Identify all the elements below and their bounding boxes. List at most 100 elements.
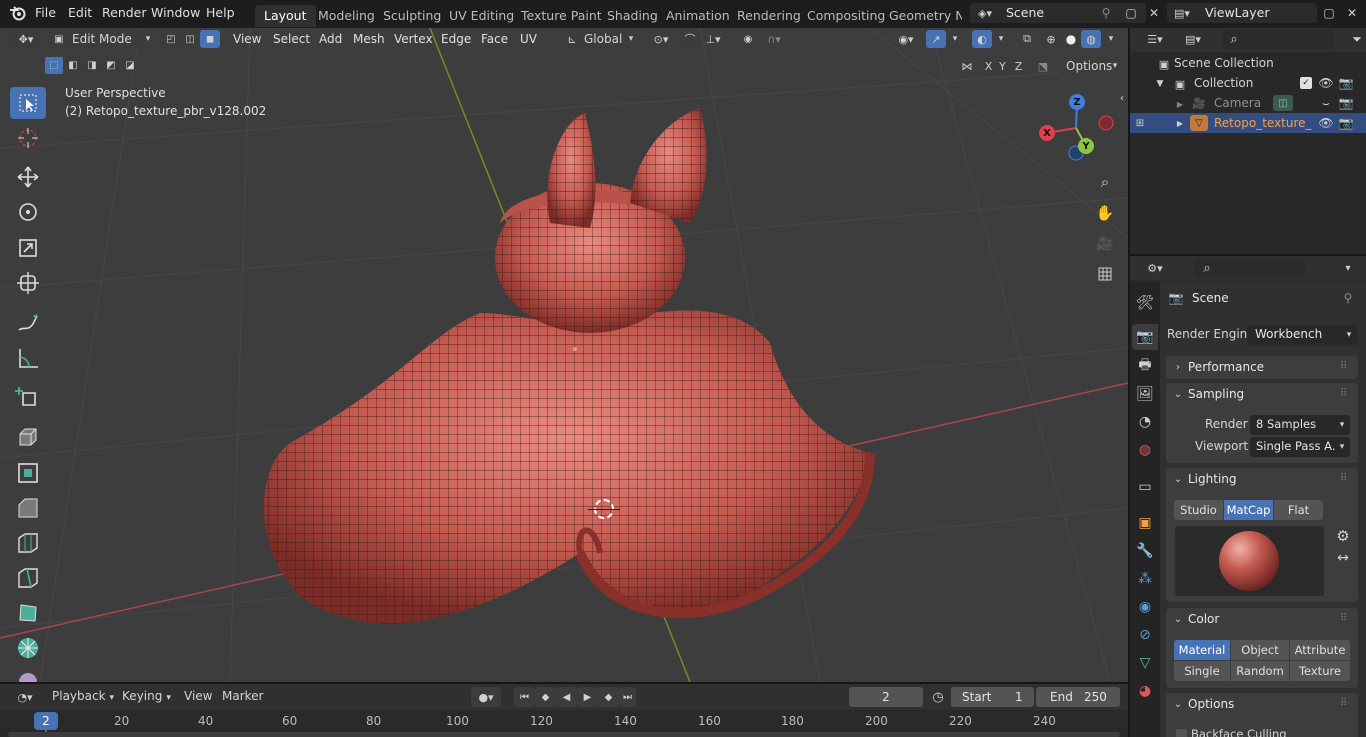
tab-animation[interactable]: Animation — [657, 5, 739, 27]
color-single-button[interactable]: Single — [1174, 661, 1230, 681]
falloff-icon[interactable]: ∩▾ — [760, 30, 788, 48]
physics-tab-icon[interactable]: ◉ — [1132, 594, 1158, 620]
mirror-z-toggle[interactable]: Z — [1010, 57, 1027, 75]
rotate-tool-icon[interactable] — [10, 196, 46, 228]
pivot-point-icon[interactable]: ⊙▾ — [648, 30, 674, 48]
lighting-title[interactable]: Lighting — [1188, 472, 1237, 486]
tab-modeling[interactable]: Modeling — [309, 5, 384, 27]
smooth-tool-icon[interactable] — [10, 667, 46, 682]
mirror-y-toggle[interactable]: Y — [994, 57, 1011, 75]
gizmo-dropdown-icon[interactable]: ▾ — [948, 30, 962, 48]
camera-render-icon[interactable]: 📷 — [1338, 75, 1354, 91]
view-layer-selector[interactable]: ▤▾ ViewLayer — [1167, 3, 1317, 23]
3d-viewport[interactable]: User Perspective (2) Retopo_texture_pbr_… — [0, 28, 1128, 682]
timeline-scrollbar[interactable] — [8, 732, 1120, 737]
select-box-tool-icon[interactable] — [10, 87, 46, 119]
remove-scene-icon[interactable]: ✕ — [1145, 3, 1163, 23]
drag-handle-icon[interactable]: ⠿ — [1340, 388, 1347, 399]
navigation-gizmo[interactable]: Z X Y — [1036, 90, 1118, 170]
scene-tab-icon[interactable]: ◔ — [1132, 409, 1158, 435]
constraints-tab-icon[interactable]: ⊘ — [1132, 622, 1158, 648]
cursor-tool-icon[interactable] — [10, 122, 46, 154]
sampling-viewport-dropdown[interactable]: Single Pass A... ▾ — [1250, 437, 1350, 457]
material-shading-icon[interactable]: ◍ — [1081, 30, 1101, 48]
camera-render-icon[interactable]: 📷 — [1338, 95, 1354, 111]
solid-shading-icon[interactable]: ● — [1061, 30, 1081, 48]
output-tab-icon[interactable]: 🖶 — [1132, 353, 1158, 379]
flip-matcap-icon[interactable]: ↔ — [1334, 549, 1352, 567]
color-texture-button[interactable]: Texture — [1290, 661, 1350, 681]
eye-icon[interactable]: 👁 — [1318, 75, 1334, 91]
eye-hidden-icon[interactable]: ⌣ — [1318, 95, 1334, 111]
select-invert-icon[interactable]: ◩ — [102, 57, 120, 74]
menu-face[interactable]: Face — [481, 32, 508, 46]
menu-view[interactable]: View — [233, 32, 261, 46]
overlays-dropdown-icon[interactable]: ▾ — [994, 30, 1008, 48]
editor-type-icon[interactable]: ✥▾ — [9, 30, 43, 48]
extrude-tool-icon[interactable] — [10, 421, 46, 453]
edit-mode-object-icon[interactable]: ⊞ — [1132, 115, 1148, 131]
color-material-button[interactable]: Material — [1174, 640, 1230, 660]
menu-edge[interactable]: Edge — [441, 32, 471, 46]
chevron-down-icon[interactable]: ⌄ — [1172, 387, 1184, 401]
menu-add[interactable]: Add — [319, 32, 342, 46]
chevron-down-icon[interactable]: ⌄ — [1172, 697, 1184, 711]
properties-editor-icon[interactable]: ⚙▾ — [1140, 259, 1170, 277]
menu-file[interactable]: File — [35, 5, 56, 20]
prev-keyframe-icon[interactable]: ◆ — [535, 687, 556, 707]
color-attribute-button[interactable]: Attribute — [1290, 640, 1350, 660]
preview-range-icon[interactable]: ◷ — [929, 687, 947, 707]
sampling-render-dropdown[interactable]: 8 Samples ▾ — [1250, 415, 1350, 435]
snap-target-icon[interactable]: ⊥▾ — [702, 30, 724, 48]
world-tab-icon[interactable]: ◍ — [1132, 437, 1158, 463]
edge-select-icon[interactable]: ◫ — [181, 30, 199, 48]
area-divider[interactable] — [1130, 254, 1366, 256]
outliner-item-camera[interactable]: Camera — [1214, 96, 1261, 110]
mesh-object[interactable] — [250, 83, 880, 643]
color-random-button[interactable]: Random — [1231, 661, 1289, 681]
current-frame-field[interactable]: 2 — [849, 687, 923, 707]
zoom-icon[interactable]: ⌕ — [1094, 171, 1116, 193]
properties-search-input[interactable]: ⌕ — [1195, 258, 1305, 278]
transform-tool-icon[interactable] — [10, 267, 46, 299]
menu-window[interactable]: Window — [151, 5, 200, 20]
data-tab-icon[interactable]: ▽ — [1132, 650, 1158, 676]
outliner-search-input[interactable]: ⌕ — [1222, 29, 1334, 49]
playback-menu[interactable]: Playback ▾ — [52, 689, 114, 703]
snap-icon[interactable]: ⌒ — [680, 30, 700, 48]
blender-logo-icon[interactable] — [8, 4, 28, 22]
bevel-tool-icon[interactable] — [10, 492, 46, 524]
menu-edit[interactable]: Edit — [68, 5, 92, 20]
select-subtract-icon[interactable]: ◨ — [83, 57, 101, 74]
outliner-item-retopo[interactable]: Retopo_texture_ — [1214, 116, 1312, 130]
expand-arrow-icon[interactable]: ▼ — [1154, 77, 1166, 91]
shading-dropdown-icon[interactable]: ▾ — [1104, 30, 1118, 48]
timeline-editor-icon[interactable]: ◔▾ — [10, 687, 40, 707]
play-reverse-icon[interactable]: ◀ — [556, 687, 577, 707]
end-frame-field[interactable]: End 250 — [1036, 687, 1120, 707]
mode-dropdown[interactable]: ▣ Edit Mode ▾ — [48, 30, 156, 48]
select-extend-icon[interactable]: ◧ — [64, 57, 82, 74]
xray-icon[interactable]: ⧉ — [1017, 30, 1037, 48]
render-tab-icon[interactable]: 📷 — [1132, 324, 1158, 350]
tab-layout[interactable]: Layout — [255, 5, 316, 27]
lighting-matcap-button[interactable]: MatCap — [1224, 500, 1273, 520]
modifier-tab-icon[interactable]: 🔧 — [1132, 538, 1158, 564]
expand-arrow-icon[interactable]: ▶ — [1174, 116, 1186, 130]
menu-render[interactable]: Render — [102, 5, 147, 20]
inset-tool-icon[interactable] — [10, 457, 46, 489]
record-icon[interactable]: ●▾ — [471, 687, 501, 707]
expand-arrow-icon[interactable]: ▶ — [1174, 97, 1186, 111]
particles-tab-icon[interactable]: ⁂ — [1132, 566, 1158, 592]
pan-hand-icon[interactable]: ✋ — [1094, 202, 1116, 224]
timeline-view-menu[interactable]: View — [184, 689, 212, 703]
material-tab-icon[interactable]: ◕ — [1132, 678, 1158, 704]
gizmo-x[interactable]: X — [1039, 125, 1055, 141]
object-tab-icon[interactable]: ▣ — [1132, 510, 1158, 536]
tool-tab-icon[interactable]: 🛠 — [1132, 290, 1158, 316]
auto-merge-icon[interactable]: ⬔ — [1034, 57, 1052, 75]
backface-culling-label[interactable]: Backface Culling — [1191, 727, 1287, 737]
chevron-down-icon[interactable]: ⌄ — [1172, 472, 1184, 486]
collection-tab-icon[interactable]: ▭ — [1132, 474, 1158, 500]
play-icon[interactable]: ▶ — [577, 687, 598, 707]
